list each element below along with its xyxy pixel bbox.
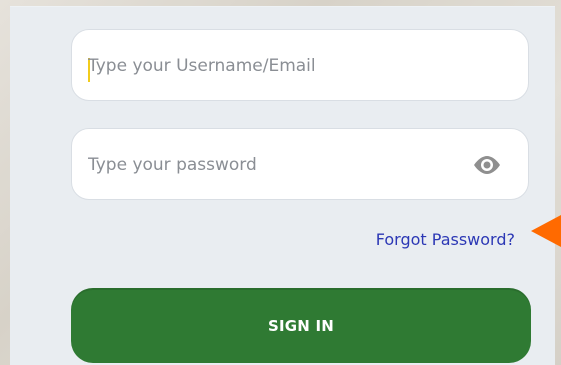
sign-in-button[interactable]: SIGN IN	[71, 288, 531, 363]
login-panel: Forgot Password? SIGN IN	[10, 6, 555, 365]
password-field-container	[71, 128, 529, 201]
password-input[interactable]	[88, 129, 448, 201]
password-visibility-toggle[interactable]	[470, 151, 504, 179]
username-field-container	[71, 29, 529, 102]
username-input[interactable]	[88, 30, 448, 102]
arrow-left-icon	[531, 215, 561, 247]
eye-icon	[474, 156, 500, 174]
forgot-password-link[interactable]: Forgot Password?	[376, 230, 515, 249]
